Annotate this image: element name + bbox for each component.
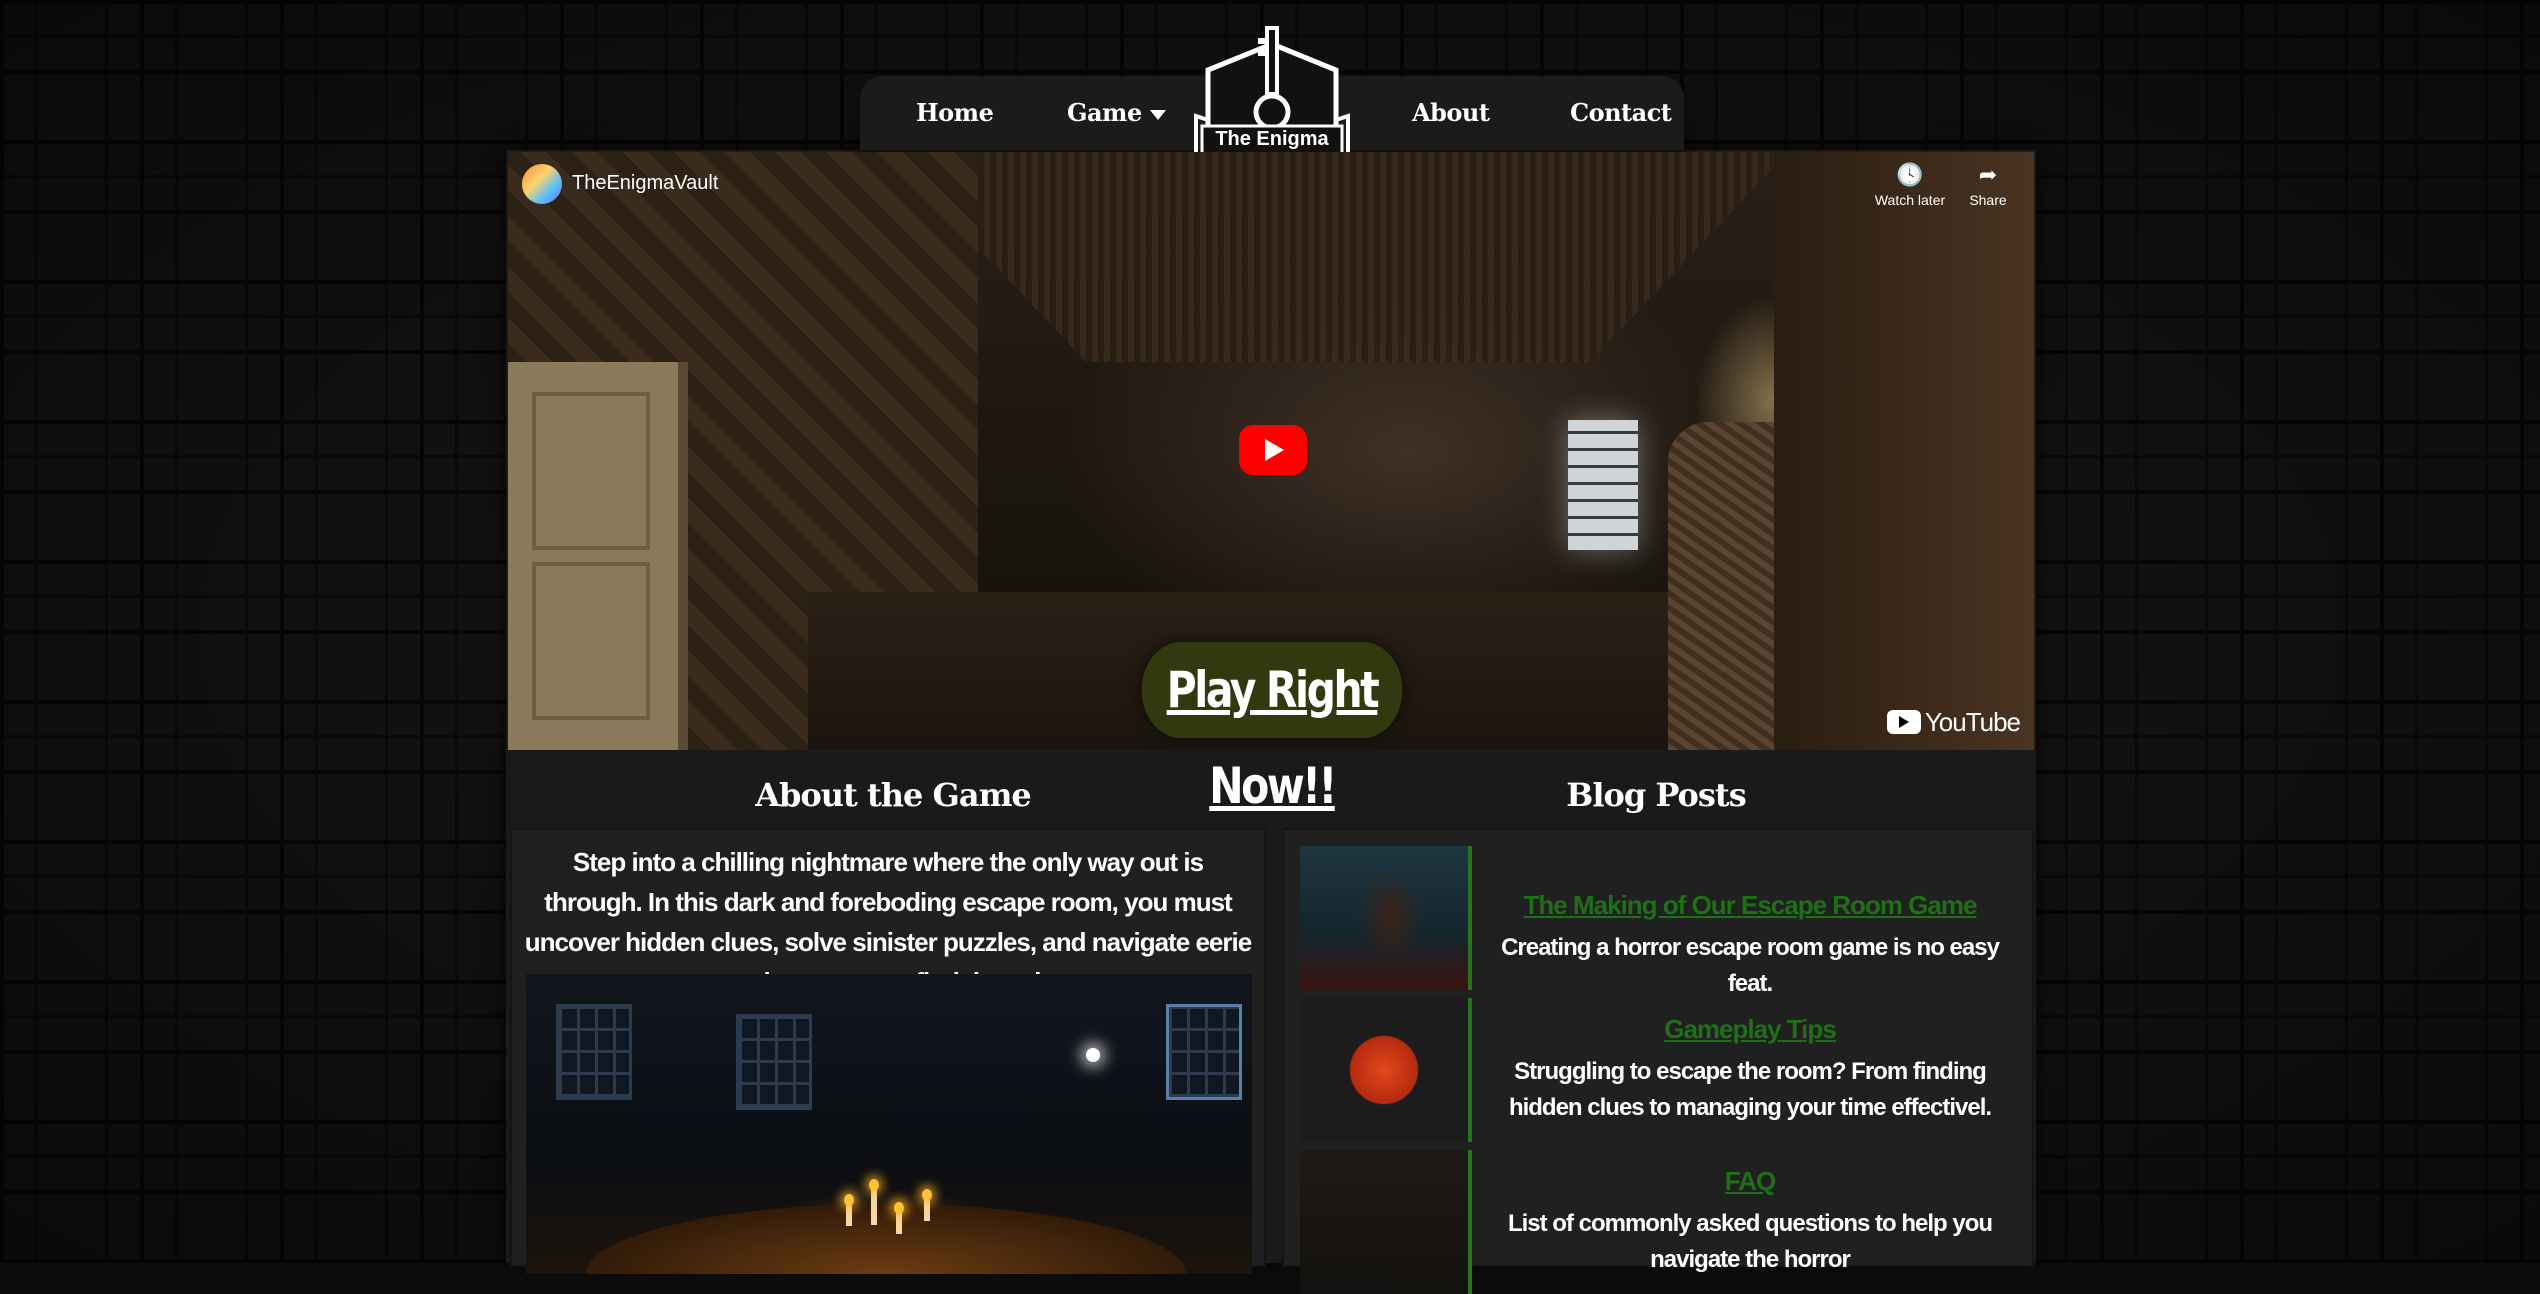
game-screenshot	[526, 974, 1252, 1274]
screenshot-window	[1166, 1004, 1242, 1100]
screenshot-candle	[871, 1189, 877, 1225]
nav-home[interactable]: Home	[916, 98, 993, 127]
post-title-link[interactable]: Gameplay Tips	[1480, 1014, 2020, 1045]
blog-title: Blog Posts	[1280, 776, 2032, 814]
blog-post[interactable]: The Making of Our Escape Room Game Creat…	[1300, 846, 2020, 990]
screenshot-window	[736, 1014, 812, 1110]
screenshot-window	[556, 1004, 632, 1100]
post-description: Struggling to escape the room? From find…	[1480, 1054, 2020, 1126]
channel-name[interactable]: TheEnigmaVault	[572, 172, 718, 195]
post-description: Creating a horror escape room game is no…	[1480, 930, 2020, 1002]
video-scene-right-wall	[1774, 152, 2034, 750]
video-scene-window	[1568, 420, 1638, 550]
channel-avatar[interactable]	[522, 164, 562, 204]
about-title: About the Game	[508, 776, 1278, 814]
screenshot-candle	[924, 1199, 930, 1221]
watch-later-label: Watch later	[1875, 192, 1945, 208]
nav-about[interactable]: About	[1412, 98, 1489, 127]
post-thumbnail[interactable]	[1300, 1150, 1472, 1294]
share-button[interactable]: ➦ Share	[1948, 162, 2028, 208]
clock-icon: 🕓	[1870, 162, 1950, 188]
door-panel	[532, 392, 650, 550]
nav-game-label: Game	[1067, 98, 1142, 127]
share-icon: ➦	[1948, 162, 2028, 188]
screenshot-candle	[846, 1204, 852, 1226]
watch-later-button[interactable]: 🕓 Watch later	[1870, 162, 1950, 208]
post-title-link[interactable]: FAQ	[1480, 1166, 2020, 1197]
screenshot-table	[586, 1204, 1186, 1274]
play-icon[interactable]	[1239, 425, 1307, 475]
post-description: List of commonly asked questions to help…	[1480, 1206, 2020, 1278]
blog-card: The Making of Our Escape Room Game Creat…	[1282, 828, 2034, 1267]
door-panel	[532, 562, 650, 720]
nav-game-dropdown[interactable]: Game	[1067, 98, 1166, 127]
youtube-icon	[1887, 710, 1921, 734]
youtube-watch-link[interactable]: YouTube	[1887, 707, 2020, 738]
blog-post[interactable]: FAQ List of commonly asked questions to …	[1300, 1150, 2020, 1294]
youtube-brand-label: YouTube	[1925, 707, 2020, 737]
about-card: Step into a chilling nightmare where the…	[510, 828, 1266, 1267]
play-now-button[interactable]: Play Right Now!!	[1142, 642, 1403, 738]
nav-contact[interactable]: Contact	[1570, 98, 1671, 127]
video-scene-door	[508, 362, 688, 750]
caret-down-icon	[1150, 110, 1166, 120]
screenshot-candle	[896, 1212, 902, 1234]
screenshot-lamp	[1086, 1048, 1100, 1062]
video-scene-ceiling	[888, 152, 1788, 362]
post-thumbnail[interactable]	[1300, 998, 1472, 1142]
share-label: Share	[1969, 192, 2006, 208]
blog-post[interactable]: Gameplay Tips Struggling to escape the r…	[1300, 998, 2020, 1142]
post-title-link[interactable]: The Making of Our Escape Room Game	[1480, 890, 2020, 921]
post-thumbnail[interactable]	[1300, 846, 1472, 990]
